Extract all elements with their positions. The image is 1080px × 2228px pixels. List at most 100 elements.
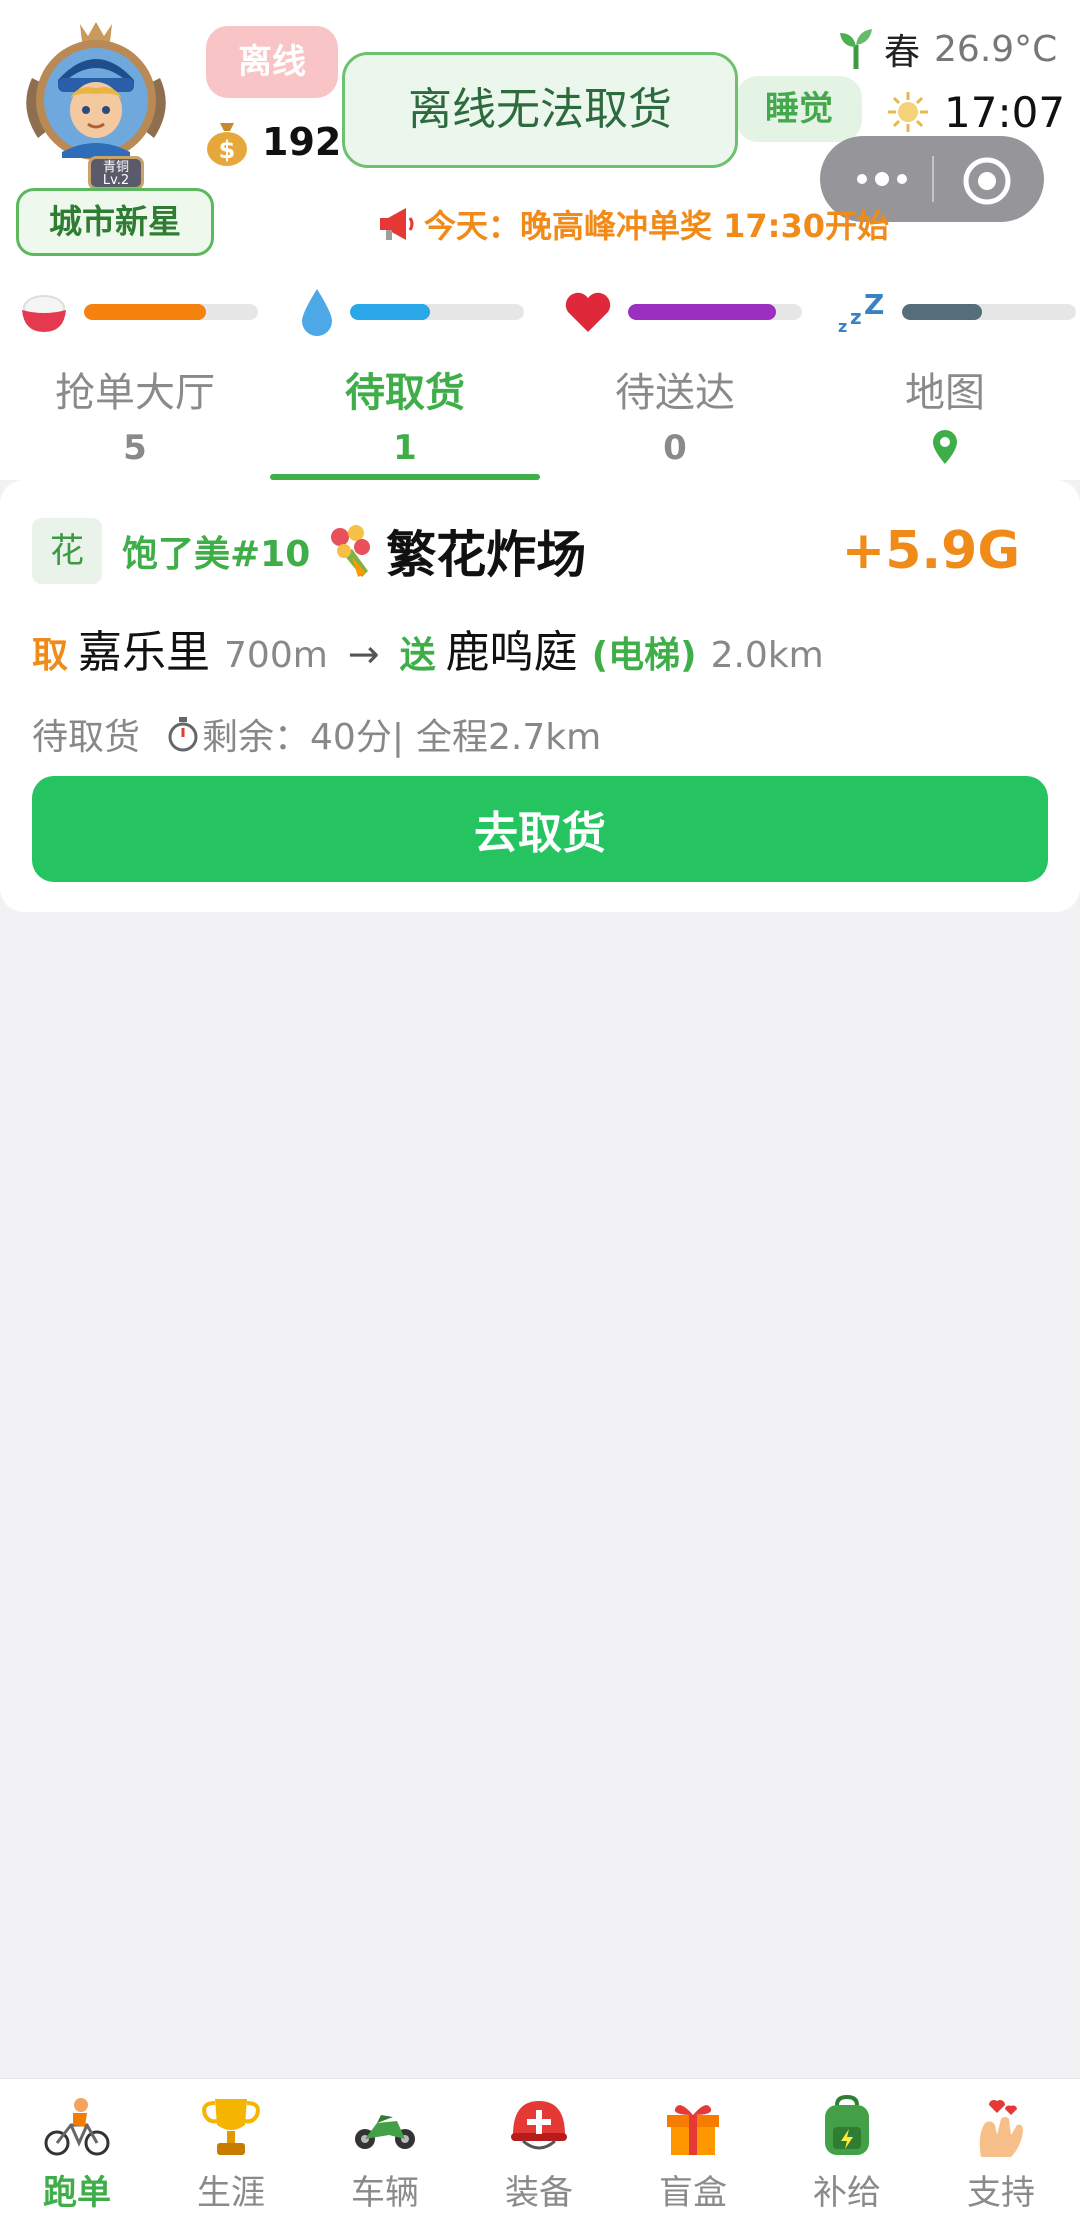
rank-badge[interactable]: 城市新星 [16,188,214,256]
tab-awaiting-delivery[interactable]: 待送达 0 [540,354,810,480]
avatar[interactable]: 青铜 Lv.2 [18,18,174,190]
order-card[interactable]: 花 饱了美#10 繁花炸场 +5.9G 取 嘉乐里 700m → 送 鹿鸣庭 (… [0,480,1080,912]
nav-label: 生涯 [197,2173,265,2213]
remaining-time: 剩余：40分| [202,717,404,758]
tab-label: 地图 [905,370,985,416]
clock-time: 17:07 [944,87,1066,137]
tab-awaiting-pickup[interactable]: 待取货 1 [270,354,540,480]
svg-text:$: $ [219,136,236,164]
deliver-note: (电梯) [591,635,697,676]
food-bar-fill [84,304,206,320]
stat-water [298,286,524,338]
pickup-tag: 取 [32,635,69,676]
nav-item-career[interactable]: 生涯 [154,2095,308,2219]
deliver-place: 鹿鸣庭 [445,627,578,678]
gift-box-icon [667,2105,719,2155]
nav-item-support[interactable]: 支持 [924,2095,1078,2219]
svg-text:z: z [838,317,847,336]
backpack-icon [825,2095,869,2155]
map-pin-icon [933,430,957,464]
tab-count: 5 [123,428,147,468]
sleep-zzz-icon: z z Z [838,288,884,336]
water-bar-fill [350,304,431,320]
more-icon[interactable] [848,156,916,202]
total-distance: 全程2.7km [415,717,602,758]
season-weather: 春 26.9°C [836,20,1057,78]
go-pickup-button[interactable]: 去取货 [32,776,1048,882]
health-bar [628,304,802,320]
nav-label: 支持 [967,2173,1035,2213]
nav-label: 装备 [505,2173,573,2213]
game-clock: 17:07 [886,84,1065,140]
tab-count: 0 [663,428,687,468]
nav-item-blind-box[interactable]: 盲盒 [616,2095,770,2219]
nav-label: 补给 [813,2173,881,2213]
nav-item-equipment[interactable]: 装备 [462,2095,616,2219]
avatar-level: Lv.2 [102,173,130,188]
deliver-tag: 送 [399,635,436,676]
tab-map[interactable]: 地图 [810,354,1080,480]
toast-message: 离线无法取货 [342,52,738,168]
pickup-distance: 700m [224,635,328,676]
helmet-icon [511,2101,567,2150]
tab-label: 待送达 [615,370,735,416]
water-bar [350,304,524,320]
tab-order-hall[interactable]: 抢单大厅 5 [0,354,270,480]
nav-label: 盲盒 [659,2173,727,2213]
bottom-nav: 跑单 生涯 车辆 装备 盲盒 补给 支持 [0,2078,1080,2228]
sleep-bar-fill [902,304,983,320]
deliver-distance: 2.0km [710,635,824,676]
avatar-level-badge: 青铜 Lv.2 [88,156,144,190]
route-row: 取 嘉乐里 700m → 送 鹿鸣庭 (电梯) 2.0km [32,616,824,682]
nav-label: 车辆 [351,2173,419,2213]
stat-food [18,286,258,338]
stat-health [562,286,802,338]
cyclist-icon [44,2098,110,2156]
sprout-icon [840,29,872,69]
svg-text:z: z [850,305,862,329]
stopwatch-icon [168,717,198,752]
water-drop-icon [302,289,332,336]
sleep-bar [902,304,1076,320]
nav-item-vehicles[interactable]: 车辆 [308,2095,462,2219]
route-arrow: → [347,632,380,676]
rice-bowl-icon [22,295,66,332]
motorcycle-icon [355,2115,415,2149]
stat-sleep: z z Z [836,286,1076,338]
nav-label: 跑单 [43,2173,111,2213]
food-bar [84,304,258,320]
avatar-portrait-icon [26,22,166,160]
event-notice-text: 今天：晚高峰冲单奖 17:30开始 [424,207,890,245]
order-title-row: 花 饱了美#10 繁花炸场 +5.9G [32,516,1052,586]
svg-text:Z: Z [864,288,884,321]
nav-item-supplies[interactable]: 补给 [770,2095,924,2219]
tab-label: 待取货 [345,370,465,416]
temperature: 26.9°C [934,28,1058,70]
coin-balance: $ 192. [204,112,356,172]
pickup-place: 嘉乐里 [78,627,211,678]
online-status-toggle[interactable]: 离线 [206,26,338,98]
close-target-icon[interactable] [960,154,1014,208]
shop-name: 饱了美#10 [122,534,311,575]
capsule-divider [932,156,934,202]
health-bar-fill [628,304,776,320]
order-status: 待取货 [32,717,141,758]
nav-item-orders[interactable]: 跑单 [0,2095,154,2219]
tab-count: 1 [393,428,417,468]
trophy-icon [202,2099,260,2155]
finger-heart-icon [979,2100,1023,2157]
sleep-button[interactable]: 睡觉 [736,76,862,142]
bouquet-icon [331,525,371,577]
order-reward: +5.9G [841,521,1020,581]
season-name: 春 [884,32,921,73]
event-notice[interactable]: 今天：晚高峰冲单奖 17:30开始 [376,198,889,250]
store-name: 繁花炸场 [386,526,587,584]
header: 青铜 Lv.2 离线 $ 192. 城市新星 睡觉 春 26.9°C 17:07… [0,0,1080,480]
category-tag: 花 [32,518,102,584]
heart-icon [565,292,611,332]
order-status-row: 待取货 剩余：40分| 全程2.7km [32,706,601,762]
tab-label: 抢单大厅 [55,370,215,416]
megaphone-icon [380,208,414,240]
sun-icon [888,92,928,132]
money-bag-icon: $ [207,123,247,166]
